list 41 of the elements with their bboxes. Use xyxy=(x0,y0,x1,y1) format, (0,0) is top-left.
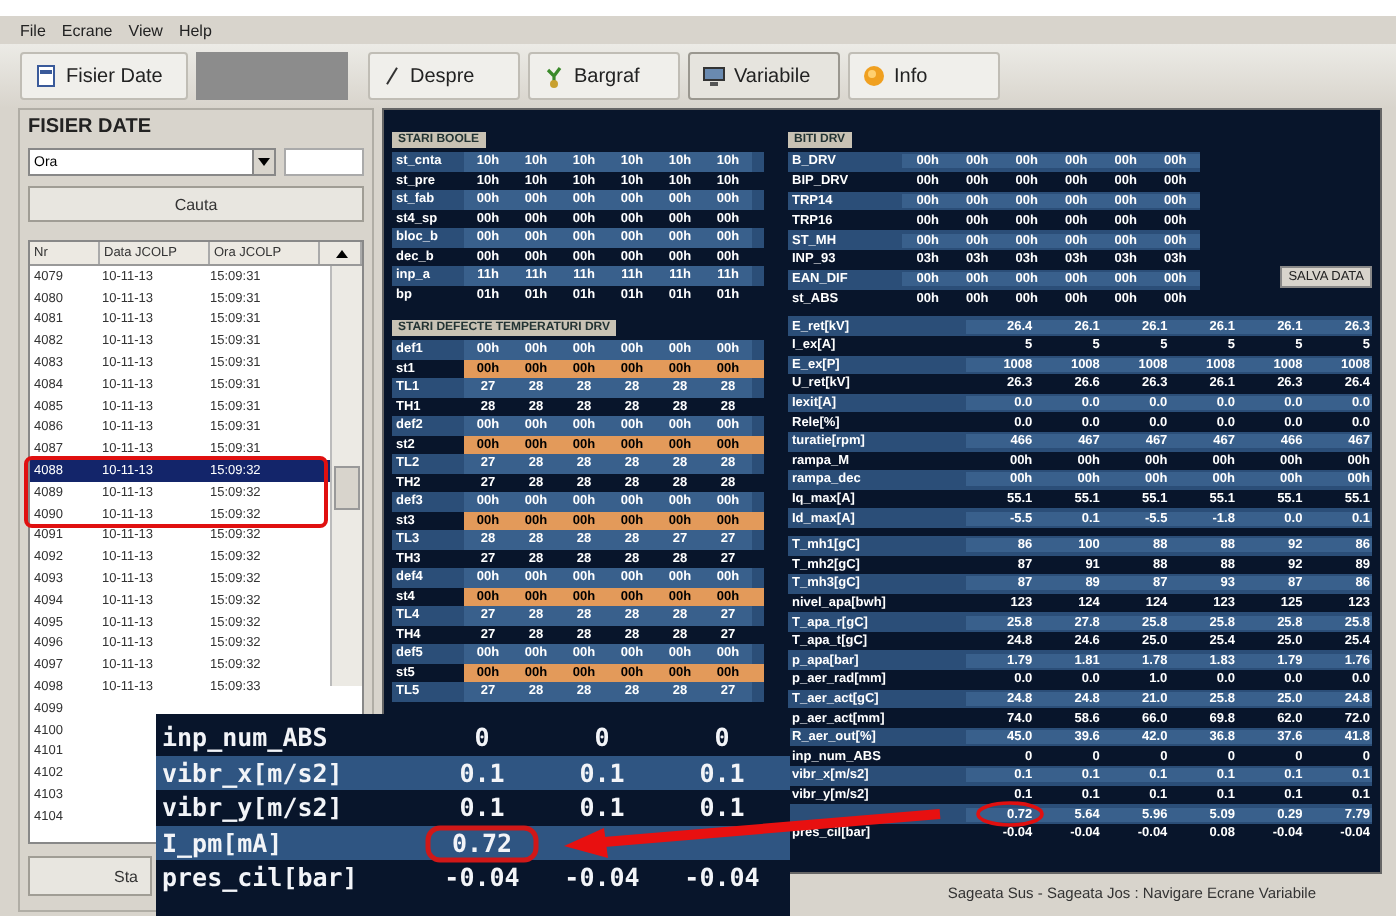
value-cell: -0.04 xyxy=(444,862,520,893)
value-cell: 0.1 xyxy=(579,757,625,788)
toolbar-tab[interactable]: Info xyxy=(848,52,1000,100)
value-cell: 0.1 xyxy=(579,792,625,823)
scroll-up-icon[interactable] xyxy=(336,249,348,257)
value-cell: 0.1 xyxy=(459,757,505,788)
monitor-icon xyxy=(702,64,726,88)
caret-icon xyxy=(258,158,270,166)
row-label: pres_cil[bar] xyxy=(160,862,360,893)
row-label: vibr_x[m/s2] xyxy=(160,757,345,788)
document-icon xyxy=(34,64,58,88)
menu-item[interactable]: View xyxy=(128,21,163,39)
input-field[interactable] xyxy=(284,148,364,176)
toolbar-tab[interactable]: Bargraf xyxy=(528,52,680,100)
highlight-ring xyxy=(976,801,1044,827)
value-cell: -0.04 xyxy=(684,862,760,893)
value-cell: 0.72 xyxy=(451,827,513,858)
value-cell: 0 xyxy=(474,722,490,753)
value-cell: 0.1 xyxy=(699,792,745,823)
panel-title: FISIER DATE xyxy=(26,114,153,142)
plant-icon xyxy=(542,64,566,88)
search-button[interactable]: Cauta xyxy=(28,186,364,222)
pencil-icon xyxy=(382,64,402,88)
value-cell: 0 xyxy=(594,722,610,753)
value-cell: 0.1 xyxy=(459,792,505,823)
menu-item[interactable]: Ecrane xyxy=(61,21,113,39)
toolbar-tab[interactable]: Despre xyxy=(368,52,520,100)
row-label: inp_num_ABS xyxy=(160,722,330,753)
scrollbar[interactable] xyxy=(330,266,362,686)
menu-item[interactable]: File xyxy=(20,21,46,39)
value-cell: -0.04 xyxy=(564,862,640,893)
row-label: I_pm[mA] xyxy=(160,827,285,858)
start-button[interactable]: Sta xyxy=(28,856,152,896)
highlight-ring xyxy=(425,825,539,863)
value-cell: 0 xyxy=(714,722,730,753)
menu-item[interactable]: Help xyxy=(178,21,212,39)
file-data-button[interactable]: Fisier Date xyxy=(20,52,188,100)
value-cell: 0.1 xyxy=(699,757,745,788)
row-label: vibr_y[m/s2] xyxy=(160,792,345,823)
toolbar-tab[interactable]: Variabile xyxy=(688,52,840,100)
info-icon xyxy=(862,64,886,88)
